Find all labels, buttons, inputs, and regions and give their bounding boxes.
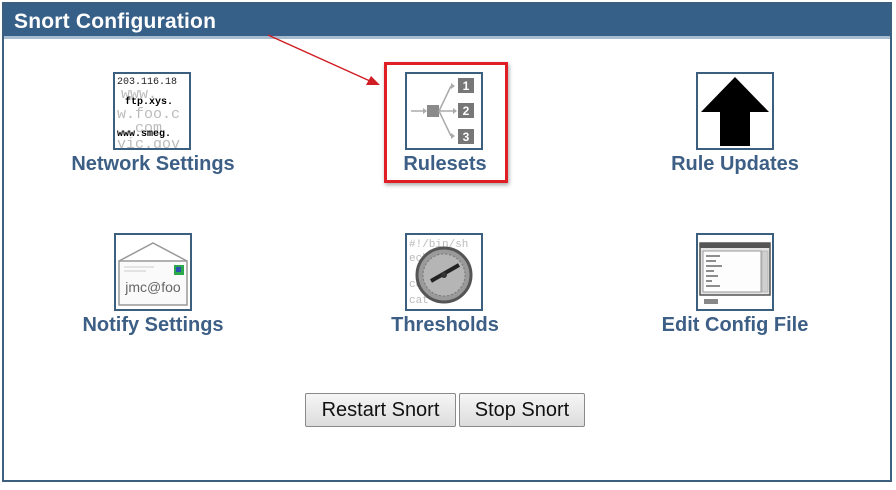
stop-snort-button[interactable]: Stop Snort (459, 393, 585, 427)
restart-snort-button[interactable]: Restart Snort (305, 393, 456, 427)
